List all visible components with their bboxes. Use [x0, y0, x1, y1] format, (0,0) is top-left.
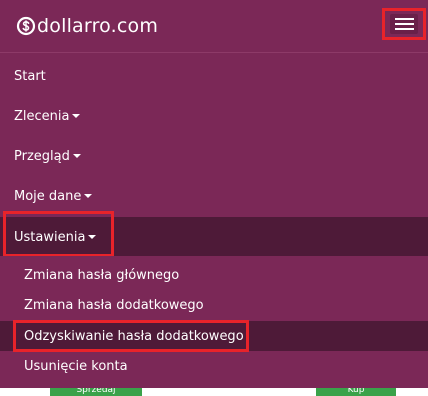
nav-item-ustawienia[interactable]: Ustawienia [0, 217, 428, 257]
submenu-item-label: Zmiana hasła głównego [24, 267, 180, 283]
menu-toggle-button[interactable] [382, 8, 426, 40]
submenu-item-change-main-password[interactable]: Zmiana hasła głównego [0, 260, 428, 290]
submenu-item-delete-account[interactable]: Usunięcie konta [0, 351, 428, 381]
caret-down-icon [88, 235, 97, 239]
nav-item-start[interactable]: Start [0, 56, 428, 96]
top-navbar: dollarro.com [0, 0, 428, 52]
hamburger-bar [395, 28, 414, 30]
page-content-peek: Sprzedaj Kup [0, 388, 428, 396]
sell-button[interactable]: Sprzedaj [50, 388, 142, 396]
caret-down-icon [72, 154, 81, 158]
submenu-item-label: Odzyskiwanie hasła dodatkowego [24, 328, 244, 344]
caret-down-icon [84, 194, 93, 198]
caret-down-icon [72, 114, 81, 118]
hamburger-bar [395, 23, 414, 25]
nav-item-moje-dane[interactable]: Moje dane [0, 176, 428, 216]
nav-item-label: Zlecenia [14, 108, 70, 124]
buy-button[interactable]: Kup [316, 388, 396, 396]
brand-name: dollarro.com [37, 15, 159, 37]
hamburger-icon [390, 14, 418, 34]
submenu-item-change-extra-password[interactable]: Zmiana hasła dodatkowego [0, 290, 428, 320]
nav-item-zlecenia[interactable]: Zlecenia [0, 96, 428, 136]
submenu-item-label: Zmiana hasła dodatkowego [24, 297, 204, 313]
nav-item-label: Moje dane [14, 188, 82, 204]
nav-item-label: Przegląd [14, 148, 70, 164]
settings-submenu: Zmiana hasła głównego Zmiana hasła dodat… [0, 256, 428, 388]
hamburger-bar [395, 18, 414, 20]
submenu-item-recover-extra-password[interactable]: Odzyskiwanie hasła dodatkowego [0, 321, 428, 351]
dollar-circle-icon [16, 16, 36, 36]
nav-item-label: Start [14, 68, 46, 84]
submenu-item-label: Usunięcie konta [24, 358, 128, 374]
nav-item-label: Ustawienia [14, 229, 86, 245]
nav-item-przeglad[interactable]: Przegląd [0, 136, 428, 176]
brand-logo[interactable]: dollarro.com [16, 14, 158, 38]
